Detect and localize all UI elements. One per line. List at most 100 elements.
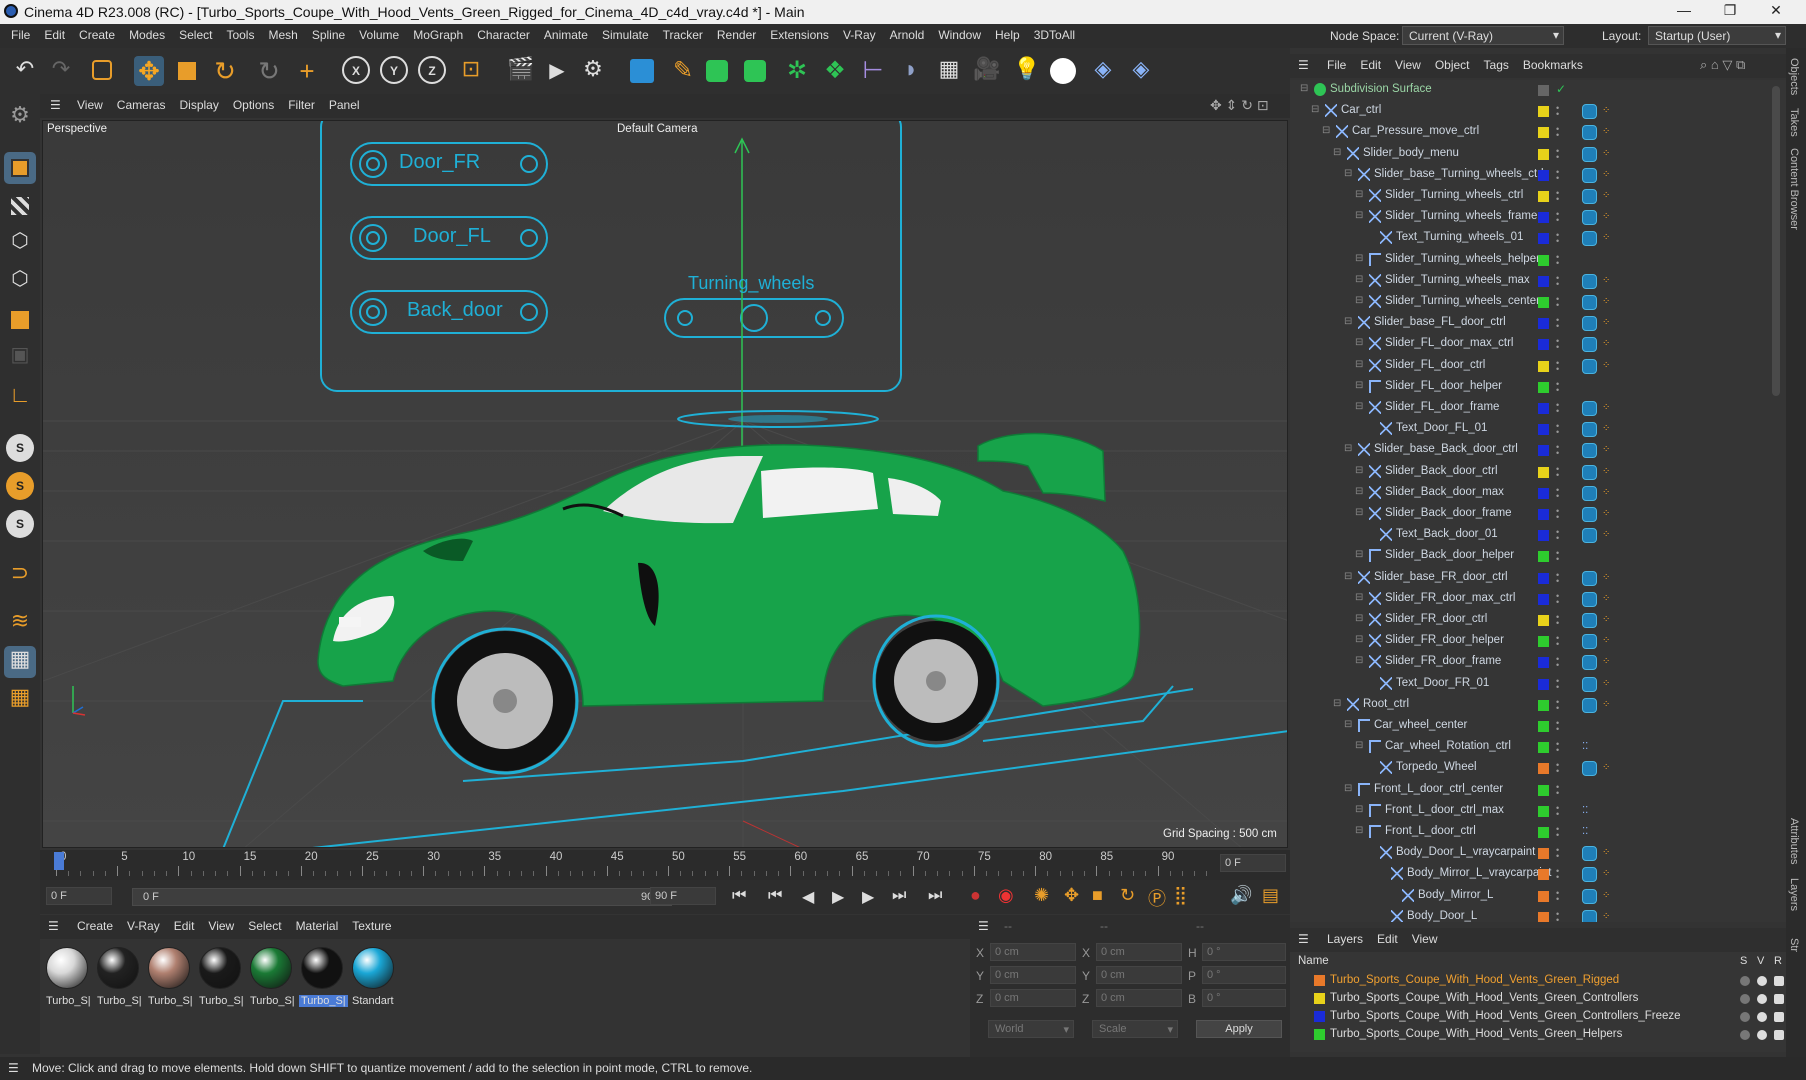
tree-expander-icon[interactable]: ⊟ bbox=[1355, 401, 1363, 412]
xpresso-tag-icon[interactable] bbox=[1582, 273, 1597, 289]
visibility-dots-icon[interactable]: • • bbox=[1556, 189, 1560, 204]
layer-color-swatch[interactable] bbox=[1538, 360, 1549, 372]
visibility-dots-icon[interactable]: • • bbox=[1556, 379, 1560, 394]
layer-color-swatch[interactable] bbox=[1538, 169, 1549, 181]
menu-item-v-ray[interactable]: V-Ray bbox=[836, 24, 883, 46]
side-tab-takes[interactable]: Takes bbox=[1788, 108, 1800, 137]
material-item[interactable]: Turbo_S| bbox=[44, 945, 92, 1021]
field-icon[interactable]: ◗ bbox=[896, 56, 926, 86]
recent-tool-icon[interactable]: ↻ bbox=[254, 56, 284, 86]
next-key-icon[interactable]: ⏭ bbox=[892, 887, 906, 905]
tree-expander-icon[interactable]: ⊟ bbox=[1355, 253, 1363, 264]
apply-button[interactable]: Apply bbox=[1196, 1020, 1282, 1038]
layer-color-swatch[interactable] bbox=[1314, 1011, 1325, 1022]
visibility-dots-icon[interactable]: • • bbox=[1556, 358, 1560, 373]
viewport-menu-view[interactable]: View bbox=[70, 94, 110, 116]
layer-color-swatch[interactable] bbox=[1538, 127, 1549, 139]
object-row[interactable]: ⊟ Car_wheel_Rotation_ctrl • • ⁚⁚ bbox=[1290, 737, 1770, 758]
object-row[interactable]: Body_Door_L • • ⁘ bbox=[1290, 907, 1770, 922]
visibility-dots-icon[interactable]: • • bbox=[1556, 507, 1560, 522]
layer-color-swatch[interactable] bbox=[1538, 85, 1549, 96]
side-tab-objects[interactable]: Objects bbox=[1788, 58, 1800, 95]
material-menu-edit[interactable]: Edit bbox=[167, 915, 202, 937]
hamburger-icon[interactable]: ☰ bbox=[1298, 58, 1309, 72]
tree-expander-icon[interactable]: ⊟ bbox=[1355, 337, 1363, 348]
viewport-menu-options[interactable]: Options bbox=[226, 94, 281, 116]
layer-color-swatch[interactable] bbox=[1538, 445, 1549, 457]
layer-color-swatch[interactable] bbox=[1538, 827, 1549, 838]
layer-menu-edit[interactable]: Edit bbox=[1370, 928, 1405, 950]
layer-color-swatch[interactable] bbox=[1314, 975, 1325, 986]
layer-menu-layers[interactable]: Layers bbox=[1320, 928, 1370, 950]
render-settings-icon[interactable]: ⚙ bbox=[578, 56, 608, 86]
layer-color-swatch[interactable] bbox=[1538, 424, 1549, 436]
layer-render-toggle-icon[interactable] bbox=[1774, 1030, 1784, 1040]
visibility-dots-icon[interactable]: • • bbox=[1556, 888, 1560, 903]
constraint-tag-icon[interactable]: ⁘ bbox=[1602, 678, 1614, 690]
layer-color-swatch[interactable] bbox=[1538, 678, 1549, 690]
menu-item-extensions[interactable]: Extensions bbox=[763, 24, 836, 46]
tree-expander-icon[interactable]: ⊟ bbox=[1355, 210, 1363, 221]
layer-color-swatch[interactable] bbox=[1538, 148, 1549, 160]
xpresso-tag-icon[interactable] bbox=[1582, 146, 1597, 162]
constraint-tag-icon[interactable]: ⁘ bbox=[1602, 169, 1614, 181]
rotation-field[interactable]: 0 ° bbox=[1202, 989, 1286, 1007]
scale-select[interactable]: Scale ▾ bbox=[1092, 1020, 1178, 1038]
tree-expander-icon[interactable]: ⊟ bbox=[1355, 359, 1363, 370]
material-menu-select[interactable]: Select bbox=[241, 915, 288, 937]
visibility-dots-icon[interactable]: • • bbox=[1556, 846, 1560, 861]
visibility-dots-icon[interactable]: • • bbox=[1556, 719, 1560, 734]
layer-color-swatch[interactable] bbox=[1538, 339, 1549, 351]
object-row[interactable]: ⊟ Slider_base_FR_door_ctrl • • ⁘ bbox=[1290, 568, 1770, 589]
tree-expander-icon[interactable]: ⊟ bbox=[1322, 125, 1330, 136]
xpresso-tag-icon[interactable] bbox=[1582, 591, 1597, 607]
object-row[interactable]: ⊟ Slider_Back_door_frame • • ⁘ bbox=[1290, 504, 1770, 525]
xpresso-tag-icon[interactable] bbox=[1582, 888, 1597, 904]
viewport-menu-panel[interactable]: Panel bbox=[322, 94, 367, 116]
visibility-dots-icon[interactable]: • • bbox=[1556, 697, 1560, 712]
object-row[interactable]: ⊟ Subdivision Surface ✓ bbox=[1290, 80, 1770, 101]
menu-item-create[interactable]: Create bbox=[72, 24, 122, 46]
object-row[interactable]: ⊟ Slider_base_Turning_wheels_ctrl • • ⁘ bbox=[1290, 165, 1770, 186]
object-row[interactable]: ⊟ Slider_base_Back_door_ctrl • • ⁘ bbox=[1290, 440, 1770, 461]
live-selection-icon[interactable] bbox=[92, 60, 112, 80]
layer-color-swatch[interactable] bbox=[1538, 275, 1549, 287]
floor-icon[interactable]: ▦ bbox=[934, 56, 964, 86]
object-row[interactable]: Text_Back_door_01 • • ⁘ bbox=[1290, 525, 1770, 546]
xpresso-tag-icon[interactable] bbox=[1582, 697, 1597, 713]
key-scale-icon[interactable]: ■ bbox=[1092, 885, 1103, 906]
goto-end-icon[interactable]: ⏭ bbox=[928, 887, 942, 905]
layer-solo-toggle-icon[interactable] bbox=[1740, 1012, 1750, 1022]
layer-row[interactable]: Turbo_Sports_Coupe_With_Hood_Vents_Green… bbox=[1290, 990, 1801, 1008]
layer-color-swatch[interactable] bbox=[1538, 721, 1549, 732]
object-row[interactable]: Body_Door_L_vraycarpaint • • ⁘ bbox=[1290, 843, 1770, 864]
object-menu-file[interactable]: File bbox=[1320, 54, 1353, 76]
constraint-tag-icon[interactable]: ⁘ bbox=[1602, 105, 1614, 117]
xpresso-tag-icon[interactable] bbox=[1582, 125, 1597, 141]
layer-color-swatch[interactable] bbox=[1538, 191, 1549, 202]
visibility-dots-icon[interactable]: • • bbox=[1556, 549, 1560, 564]
joint-tag-icon[interactable]: ⁚⁚ bbox=[1582, 805, 1594, 817]
constraint-tag-icon[interactable]: ⁘ bbox=[1602, 529, 1614, 541]
constraint-tag-icon[interactable]: ⁘ bbox=[1602, 593, 1614, 605]
magnet-icon[interactable]: ⊃ bbox=[4, 560, 36, 592]
object-menu-edit[interactable]: Edit bbox=[1353, 54, 1388, 76]
position-field[interactable]: 0 cm bbox=[990, 966, 1076, 984]
menu-item-help[interactable]: Help bbox=[988, 24, 1027, 46]
visibility-dots-icon[interactable]: • • bbox=[1556, 210, 1560, 225]
object-row[interactable]: ⊟ Slider_FR_door_helper • • ⁘ bbox=[1290, 631, 1770, 652]
material-item[interactable]: Turbo_S| bbox=[197, 945, 245, 1021]
layer-color-swatch[interactable] bbox=[1538, 784, 1549, 796]
object-row[interactable]: ⊟ Slider_base_FL_door_ctrl • • ⁘ bbox=[1290, 313, 1770, 334]
material-item[interactable]: Turbo_S| bbox=[95, 945, 143, 1021]
layer-color-swatch[interactable] bbox=[1538, 615, 1549, 626]
record-icon[interactable]: ● bbox=[970, 885, 981, 906]
xpresso-tag-icon[interactable] bbox=[1582, 528, 1597, 544]
object-row[interactable]: Text_Turning_wheels_01 • • ⁘ bbox=[1290, 228, 1770, 249]
layer-color-swatch[interactable] bbox=[1538, 572, 1549, 584]
constraint-tag-icon[interactable]: ⁘ bbox=[1602, 148, 1614, 160]
xpresso-tag-icon[interactable] bbox=[1582, 443, 1597, 459]
visibility-dots-icon[interactable]: • • bbox=[1556, 613, 1560, 628]
constraint-tag-icon[interactable]: ⁘ bbox=[1602, 423, 1614, 435]
object-row[interactable]: ⊟ Slider_Turning_wheels_ctrl • • ⁘ bbox=[1290, 186, 1770, 207]
